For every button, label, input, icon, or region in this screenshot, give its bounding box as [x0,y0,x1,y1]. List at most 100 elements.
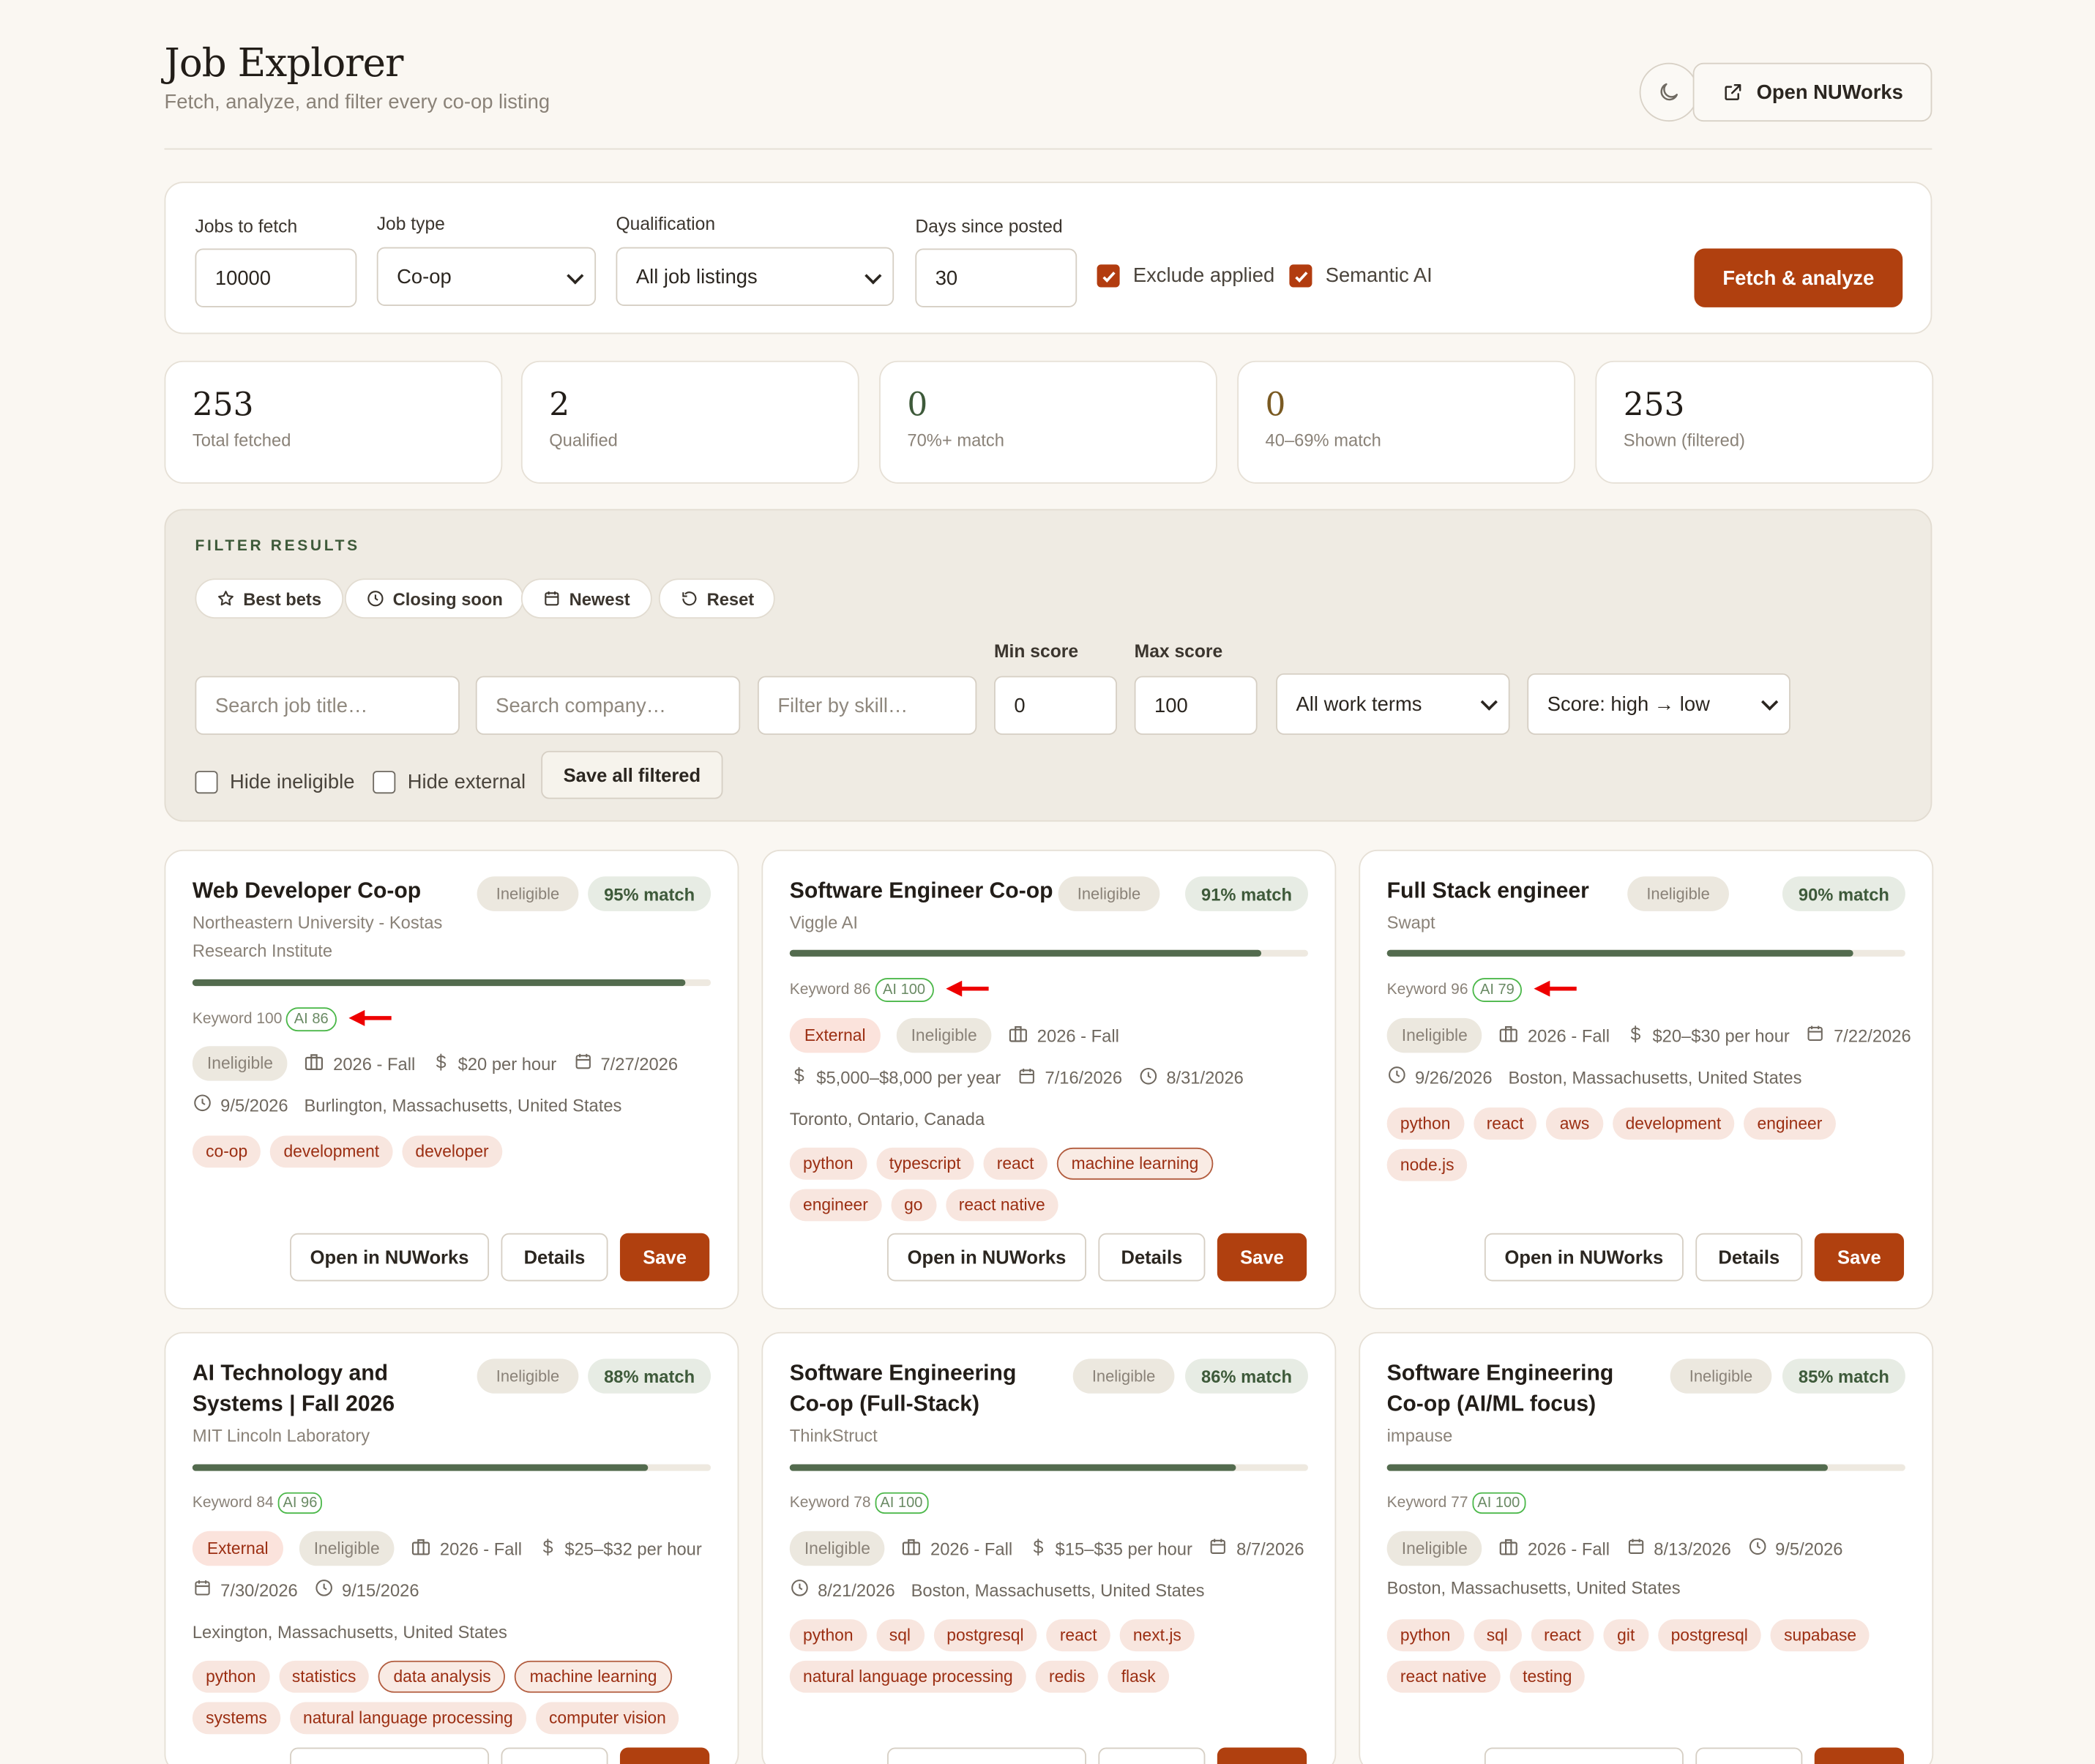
skill-tag[interactable]: postgresql [933,1619,1037,1652]
skill-tag[interactable]: flask [1108,1660,1169,1693]
skill-tag[interactable]: postgresql [1657,1619,1762,1652]
skill-tag[interactable]: statistics [278,1660,370,1693]
company-name: impause [1386,1425,1453,1446]
skill-tag[interactable]: redis [1035,1660,1099,1693]
skill-tag[interactable]: sql [875,1619,925,1652]
skill-tag[interactable]: react [1530,1619,1595,1652]
job-title[interactable]: Software Engineering Co-op (AI/ML focus) [1387,1358,1654,1420]
deadline-date-item: 9/5/2026 [1747,1536,1842,1561]
jobs-to-fetch-input[interactable]: 10000 [195,248,357,307]
details-button[interactable]: Details [501,1233,608,1282]
open-in-nuworks-button[interactable]: Open in NUWorks [1484,1233,1684,1282]
skill-tag[interactable]: go [890,1189,936,1222]
stat-value: 0 [1265,386,1286,424]
job-title[interactable]: Software Engineering Co-op (Full-Stack) [790,1358,1057,1420]
skill-tag[interactable]: python [1386,1107,1464,1140]
save-button[interactable]: Save [1814,1233,1905,1282]
skill-tag[interactable]: data analysis [378,1660,506,1693]
skill-tag[interactable]: react native [1386,1660,1501,1693]
skill-tag[interactable]: supabase [1770,1619,1870,1652]
search-company-input[interactable]: Search company… [475,676,741,735]
skill-tag[interactable]: react [1473,1107,1537,1140]
semantic-ai-checkbox[interactable]: Semantic AI [1289,264,1433,288]
best-bets-chip[interactable]: Best bets [195,578,343,619]
search-title-input[interactable]: Search job title… [195,676,460,735]
skill-tag[interactable]: co-op [192,1135,261,1168]
skill-tag[interactable]: natural language processing [289,1702,526,1735]
save-button[interactable]: Save [619,1747,710,1764]
skill-tag[interactable]: development [270,1135,393,1168]
closing-soon-chip[interactable]: Closing soon [344,578,525,619]
qualification-select[interactable]: All job listings [616,247,895,306]
skill-tag[interactable]: react [1046,1619,1110,1652]
work-terms-select[interactable]: All work terms [1276,673,1510,735]
work-terms-value: All work terms [1296,692,1422,716]
exclude-applied-checkbox[interactable]: Exclude applied [1097,264,1274,288]
skill-tag[interactable]: computer vision [535,1702,680,1735]
days-since-posted-input[interactable]: 30 [915,248,1078,307]
skill-tag[interactable]: engineer [1744,1107,1836,1140]
skill-tag[interactable]: engineer [789,1189,882,1222]
posted-date: 8/13/2026 [1654,1538,1731,1559]
filter-skill-input[interactable]: Filter by skill… [757,676,977,735]
skill-tag[interactable]: next.js [1119,1619,1195,1652]
skill-tag[interactable]: python [789,1147,867,1180]
skill-tag[interactable]: typescript [875,1147,974,1180]
details-button[interactable]: Details [1695,1747,1803,1764]
open-in-nuworks-button[interactable]: Open in NUWorks [886,1747,1086,1764]
hide-external-checkbox[interactable]: Hide external [373,771,526,794]
save-button[interactable]: Save [1217,1747,1307,1764]
newest-chip[interactable]: Newest [520,578,651,619]
sort-select[interactable]: Score: high → low [1527,673,1790,735]
hide-ineligible-checkbox[interactable]: Hide ineligible [195,771,354,794]
fetch-analyze-button[interactable]: Fetch & analyze [1694,248,1903,307]
skill-tag[interactable]: development [1612,1107,1735,1140]
skill-tag[interactable]: aws [1546,1107,1603,1140]
keyword-score: Keyword 100 [192,1011,283,1028]
details-button[interactable]: Details [1695,1233,1803,1282]
details-button[interactable]: Details [501,1747,608,1764]
skill-tag[interactable]: sql [1473,1619,1522,1652]
job-type-select[interactable]: Co-op [376,247,597,306]
skill-tag[interactable]: react native [945,1189,1058,1222]
job-card: Software Engineer Co-op Ineligible 91% mat… [761,849,1337,1309]
details-button[interactable]: Details [1098,1233,1206,1282]
save-button[interactable]: Save [1217,1233,1307,1282]
job-title[interactable]: Web Developer Co-op [193,876,460,907]
skill-tag[interactable]: developer [402,1135,502,1168]
calendar-icon [1209,1536,1228,1561]
open-in-nuworks-button[interactable]: Open in NUWorks [290,1233,490,1282]
deadline-date: 8/21/2026 [818,1580,895,1600]
open-nuworks-button[interactable]: Open NUWorks [1692,62,1932,122]
theme-toggle-button[interactable] [1639,62,1698,122]
skill-tag[interactable]: natural language processing [789,1660,1026,1693]
skill-tag[interactable]: machine learning [1056,1147,1214,1180]
skill-tag[interactable]: git [1603,1619,1648,1652]
skill-tag[interactable]: testing [1509,1660,1586,1693]
save-all-filtered-button[interactable]: Save all filtered [541,750,723,799]
skill-tag[interactable]: systems [192,1702,281,1735]
ineligible-pill: Ineligible [192,1046,288,1081]
details-button[interactable]: Details [1098,1747,1206,1764]
skill-tag[interactable]: python [192,1660,269,1693]
save-button[interactable]: Save [619,1233,710,1282]
min-score-input[interactable]: 0 [994,676,1117,735]
open-in-nuworks-button[interactable]: Open in NUWorks [886,1233,1086,1282]
max-score-input[interactable]: 100 [1134,676,1258,735]
skill-tag[interactable]: python [1386,1619,1464,1652]
skill-tag[interactable]: react [983,1147,1048,1180]
search-company-placeholder: Search company… [496,694,667,717]
open-in-nuworks-button[interactable]: Open in NUWorks [1484,1747,1684,1764]
ineligible-pill: Ineligible [1386,1531,1482,1566]
job-title[interactable]: AI Technology and Systems | Fall 2026 [193,1358,473,1420]
stat-label: Shown (filtered) [1623,430,1745,451]
job-title[interactable]: Software Engineer Co-op [790,876,1084,907]
save-button[interactable]: Save [1814,1747,1905,1764]
open-in-nuworks-button[interactable]: Open in NUWorks [290,1747,490,1764]
skill-tag[interactable]: python [789,1619,867,1652]
reset-chip[interactable]: Reset [658,578,776,619]
ai-score-badge: AI 100 [875,978,934,1002]
skill-tag[interactable]: machine learning [515,1660,672,1693]
skill-tag[interactable]: node.js [1386,1148,1468,1181]
job-title[interactable]: Full Stack engineer [1387,876,1654,907]
